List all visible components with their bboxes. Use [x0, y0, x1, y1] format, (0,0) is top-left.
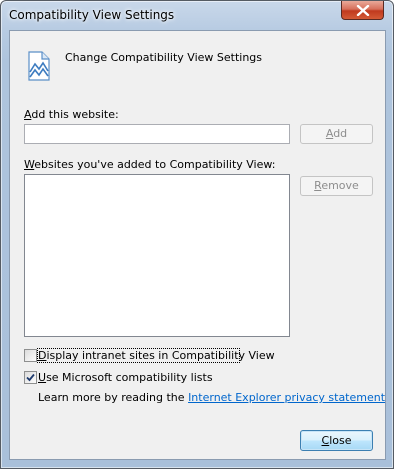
close-button-label: lose [329, 434, 352, 447]
add-website-label: Add this website: [24, 108, 119, 121]
websites-listbox[interactable] [24, 174, 290, 337]
intranet-sites-checkbox[interactable] [24, 349, 37, 362]
add-website-label-text: dd this website: [31, 108, 119, 121]
window-close-button[interactable] [341, 1, 384, 20]
websites-list-label-text: ebsites you've added to Compatibility Vi… [34, 158, 276, 171]
add-button-label: dd [333, 127, 348, 140]
compatibility-page-icon [28, 51, 50, 81]
microsoft-lists-label[interactable]: Use Microsoft compatibility lists [38, 371, 213, 384]
remove-button-label: emove [321, 179, 359, 192]
close-icon [356, 5, 370, 16]
dialog-body: Change Compatibility View Settings Add t… [9, 30, 386, 460]
learn-more-prefix: Learn more by reading the [38, 391, 185, 404]
checkmark-icon [26, 373, 35, 382]
learn-more-text: Learn more by reading the Internet Explo… [38, 391, 385, 404]
microsoft-lists-text: se Microsoft compatibility lists [46, 371, 213, 384]
dialog-window: Compatibility View Settings Change Compa… [0, 0, 394, 469]
window-title: Compatibility View Settings [9, 8, 175, 22]
dialog-heading: Change Compatibility View Settings [65, 51, 263, 64]
websites-list-label-mnemonic: W [24, 158, 35, 171]
microsoft-lists-mnemonic: U [38, 371, 47, 384]
add-website-input[interactable] [24, 124, 290, 144]
intranet-sites-text: isplay intranet sites in Compatibility V… [46, 349, 275, 362]
websites-list-label: Websites you've added to Compatibility V… [24, 158, 275, 171]
close-button[interactable]: Close [300, 430, 373, 451]
privacy-statement-link[interactable]: Internet Explorer privacy statement [188, 391, 385, 404]
remove-button[interactable]: Remove [300, 176, 373, 196]
add-button[interactable]: Add [300, 124, 373, 144]
microsoft-lists-checkbox[interactable] [24, 371, 37, 384]
title-bar[interactable]: Compatibility View Settings [1, 1, 393, 29]
intranet-sites-label[interactable]: Display intranet sites in Compatibility … [38, 349, 275, 362]
